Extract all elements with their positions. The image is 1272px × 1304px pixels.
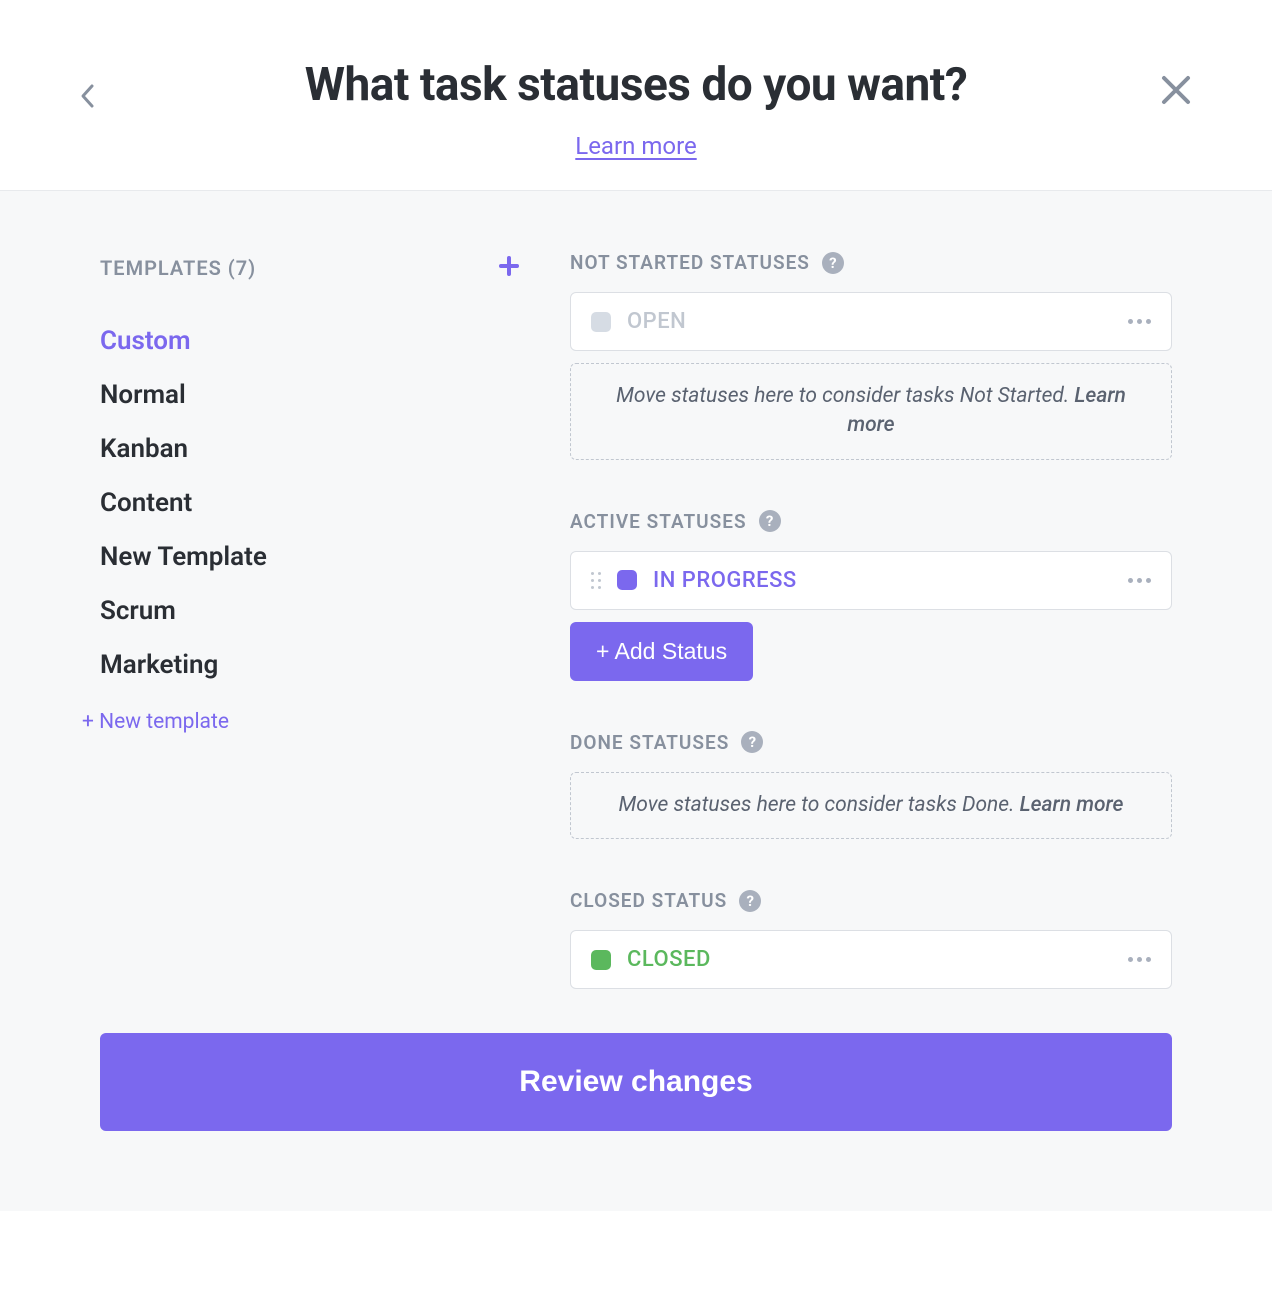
done-section: DONE STATUSES ? Move statuses here to co… [570,731,1172,839]
templates-column: TEMPLATES (7) Custom Normal Kanban Conte… [100,251,520,1151]
modal-body: TEMPLATES (7) Custom Normal Kanban Conte… [0,191,1272,1211]
not-started-title: NOT STARTED STATUSES [570,251,810,274]
more-button[interactable] [1128,319,1151,324]
status-swatch-icon [591,312,611,332]
template-item-normal[interactable]: Normal [100,368,520,422]
help-icon[interactable]: ? [822,252,844,274]
page-title: What task statuses do you want? [305,58,968,112]
add-status-button[interactable]: + Add Status [570,622,753,681]
active-title: ACTIVE STATUSES [570,510,747,533]
active-header: ACTIVE STATUSES ? [570,510,1172,533]
close-button[interactable] [1158,72,1194,112]
close-icon [1158,72,1194,108]
help-icon[interactable]: ? [759,510,781,532]
done-header: DONE STATUSES ? [570,731,1172,754]
not-started-section: NOT STARTED STATUSES ? OPEN Move statuse… [570,251,1172,460]
review-changes-button[interactable]: Review changes [100,1033,1172,1131]
drag-handle-icon[interactable] [591,572,601,589]
closed-title: CLOSED STATUS [570,889,727,912]
templates-header: TEMPLATES (7) [100,251,520,284]
more-button[interactable] [1128,957,1151,962]
closed-header: CLOSED STATUS ? [570,889,1172,912]
template-list: Custom Normal Kanban Content New Templat… [100,314,520,692]
template-item-scrum[interactable]: Scrum [100,584,520,638]
learn-more-link[interactable]: Learn more [575,132,696,160]
status-swatch-icon [591,950,611,970]
closed-section: CLOSED STATUS ? CLOSED [570,889,1172,989]
new-template-link[interactable]: + New template [82,710,520,734]
drop-zone-text: Move statuses here to consider tasks Not… [616,384,1074,408]
template-item-kanban[interactable]: Kanban [100,422,520,476]
not-started-header: NOT STARTED STATUSES ? [570,251,1172,274]
help-icon[interactable]: ? [739,890,761,912]
plus-icon [498,255,520,277]
status-label: OPEN [627,309,1112,334]
modal-header: What task statuses do you want? Learn mo… [0,0,1272,191]
template-item-new-template[interactable]: New Template [100,530,520,584]
template-item-marketing[interactable]: Marketing [100,638,520,692]
help-icon[interactable]: ? [741,731,763,753]
chevron-left-icon [78,82,96,110]
active-section: ACTIVE STATUSES ? IN PROGRESS + Add Stat… [570,510,1172,681]
status-label: CLOSED [627,947,1112,972]
back-button[interactable] [78,82,96,114]
status-card-closed[interactable]: CLOSED [570,930,1172,989]
more-button[interactable] [1128,578,1151,583]
templates-heading: TEMPLATES (7) [100,256,256,280]
status-swatch-icon [617,570,637,590]
not-started-drop-zone[interactable]: Move statuses here to consider tasks Not… [570,363,1172,460]
status-card-in-progress[interactable]: IN PROGRESS [570,551,1172,610]
status-card-open[interactable]: OPEN [570,292,1172,351]
done-drop-zone[interactable]: Move statuses here to consider tasks Don… [570,772,1172,839]
add-template-button[interactable] [498,251,520,284]
done-title: DONE STATUSES [570,731,729,754]
status-label: IN PROGRESS [653,568,1112,593]
statuses-column: NOT STARTED STATUSES ? OPEN Move statuse… [570,251,1172,1151]
template-item-content[interactable]: Content [100,476,520,530]
drop-zone-learn-more[interactable]: Learn more [1020,793,1124,817]
template-item-custom[interactable]: Custom [100,314,520,368]
drop-zone-text: Move statuses here to consider tasks Don… [619,793,1020,817]
